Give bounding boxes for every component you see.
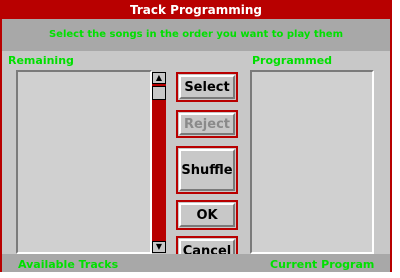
current-program-label: Current Program <box>270 258 375 271</box>
reject-button-label: Reject <box>183 116 231 132</box>
programmed-label: Programmed <box>252 54 333 67</box>
remaining-label: Remaining <box>8 54 74 67</box>
instructions-text: Select the songs in the order you want t… <box>2 19 390 51</box>
remaining-tracks-list[interactable] <box>16 70 152 254</box>
remaining-scrollbar[interactable]: ▲ ▼ <box>152 72 166 253</box>
reject-button[interactable]: Reject <box>176 110 238 138</box>
select-button[interactable]: Select <box>176 72 238 102</box>
scroll-up-icon[interactable]: ▲ <box>152 72 166 84</box>
ok-button-label: OK <box>196 207 218 223</box>
available-tracks-label: Available Tracks <box>18 258 119 271</box>
shuffle-button-label: Shuffle <box>181 162 233 178</box>
track-programming-dialog: Track Programming Select the songs in th… <box>0 0 392 272</box>
scroll-down-icon[interactable]: ▼ <box>152 241 166 253</box>
window-title: Track Programming <box>2 2 390 19</box>
ok-button[interactable]: OK <box>176 200 238 230</box>
select-button-label: Select <box>184 79 230 95</box>
programmed-tracks-list[interactable] <box>250 70 374 254</box>
shuffle-button[interactable]: Shuffle <box>176 146 238 194</box>
scroll-thumb[interactable] <box>152 86 166 100</box>
